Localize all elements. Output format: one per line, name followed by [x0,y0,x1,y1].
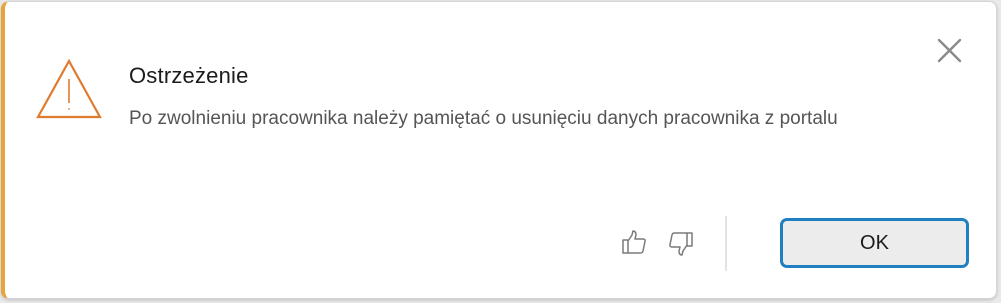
ok-button[interactable]: OK [780,218,969,268]
warning-dialog: Ostrzeżenie Po zwolnieniu pracownika nal… [1,1,997,299]
warning-triangle-icon [36,58,102,119]
dialog-message: Po zwolnieniu pracownika należy pamiętać… [129,108,838,129]
thumbs-up-icon[interactable] [619,228,649,258]
footer-divider [725,216,727,271]
dialog-title: Ostrzeżenie [129,63,249,88]
close-icon[interactable] [933,35,965,67]
thumbs-down-icon[interactable] [666,228,696,258]
